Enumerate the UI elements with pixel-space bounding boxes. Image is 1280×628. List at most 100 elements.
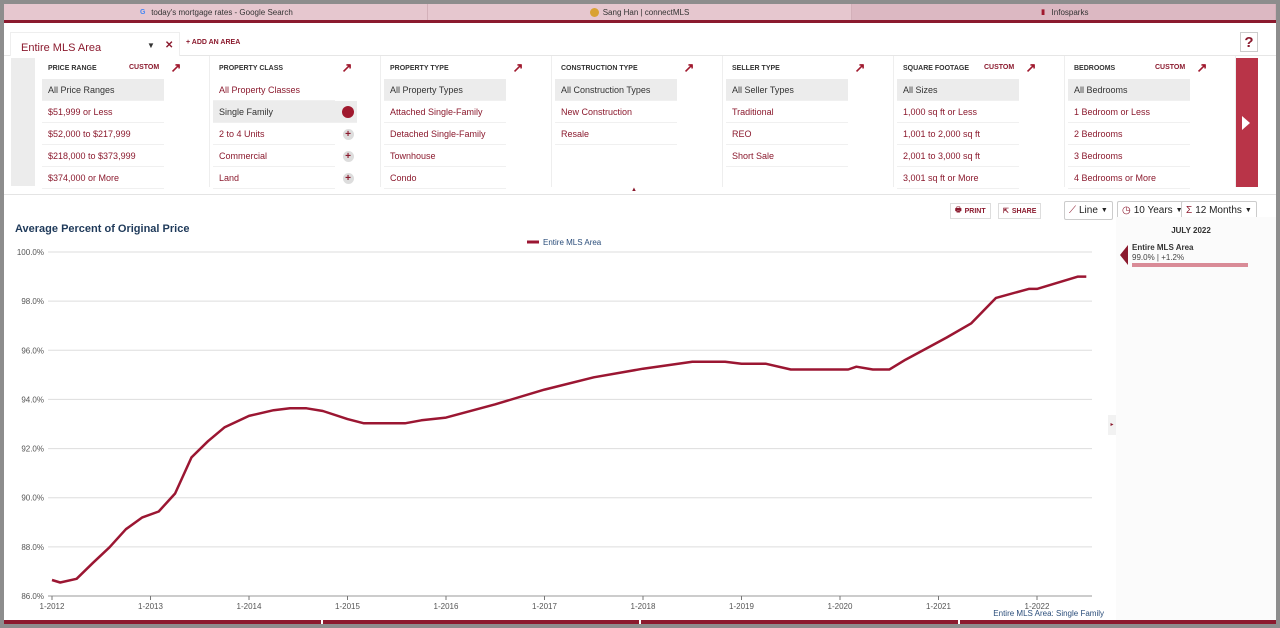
filter-option-label: Traditional <box>732 107 774 117</box>
custom-button[interactable]: CUSTOM <box>984 64 1014 71</box>
x-tick-label: 1-2012 <box>40 602 65 611</box>
line-chart: 86.0% 88.0% 90.0% 92.0% 94.0% 96.0% 98.0% 100.0… <box>17 238 1092 611</box>
filter-option-label: All Bedrooms <box>1074 85 1128 95</box>
browser-tab-connectmls[interactable]: Sang Han | connectMLS <box>428 4 852 20</box>
filter-option[interactable]: 3 Bedrooms <box>1068 145 1190 167</box>
filter-option[interactable]: 1,001 to 2,000 sq ft <box>897 123 1019 145</box>
custom-button[interactable]: CUSTOM <box>129 64 159 71</box>
filter-option-label: 2,001 to 3,000 sq ft <box>903 151 981 161</box>
help-button[interactable]: ? <box>1240 32 1258 52</box>
area-select[interactable]: Entire MLS Area ▼ ✕ <box>10 32 180 57</box>
trend-arrow-icon[interactable]: ↗ <box>166 58 186 78</box>
tab-label: Infosparks <box>1051 7 1089 17</box>
plus-icon[interactable]: + <box>339 167 357 189</box>
filter-column-construction-type: CONSTRUCTION TYPE ↗ All Construction Types… <box>553 56 723 187</box>
filter-option-label: $52,000 to $217,999 <box>48 129 131 139</box>
bottom-bar <box>4 620 1276 624</box>
filter-option[interactable]: Short Sale <box>726 145 848 167</box>
y-tick-label: 100.0% <box>17 248 44 257</box>
area-select-value: Entire MLS Area <box>21 42 102 54</box>
trend-arrow-icon[interactable]: ↗ <box>679 58 699 78</box>
y-tick-label: 88.0% <box>21 543 44 552</box>
trend-arrow-icon[interactable]: ↗ <box>1021 58 1041 78</box>
filter-scroll-left[interactable] <box>11 58 35 186</box>
custom-button[interactable]: CUSTOM <box>1155 64 1185 71</box>
filter-scroll-right-button[interactable] <box>1235 58 1258 187</box>
selected-dot-icon[interactable] <box>339 101 357 123</box>
plus-icon[interactable]: + <box>339 123 357 145</box>
chart-area: Average Percent of Original Price 🖶 PRINT… <box>4 194 1276 624</box>
summary-bar <box>1132 263 1248 267</box>
filter-option[interactable]: 1,000 sq ft or Less <box>897 101 1019 123</box>
filter-option[interactable]: 3,001 sq ft or More <box>897 167 1019 189</box>
filter-option[interactable]: 2 Bedrooms <box>1068 123 1190 145</box>
filter-option[interactable]: New Construction <box>555 101 677 123</box>
filter-option[interactable]: Detached Single-Family <box>384 123 506 145</box>
app-window: Gtoday's mortgage rates - Google Search … <box>4 4 1276 624</box>
filter-option-label: 1 Bedroom or Less <box>1074 107 1151 117</box>
period-value: 10 Years <box>1133 205 1173 216</box>
plus-icon[interactable]: + <box>339 145 357 167</box>
summary-panel: JULY 2022 Entire MLS Area 99.0% | +1.2% <box>1116 217 1276 624</box>
filter-option[interactable]: All Sizes <box>897 79 1019 101</box>
filter-column-property-class: PROPERTY CLASS ↗ All Property Classes Singl… <box>211 56 381 189</box>
filter-option[interactable]: Condo <box>384 167 506 189</box>
filter-option[interactable]: All Price Ranges <box>42 79 164 101</box>
filter-header: SELLER TYPE <box>732 65 780 72</box>
filter-option[interactable]: Attached Single-Family <box>384 101 506 123</box>
close-icon[interactable]: ✕ <box>165 40 173 51</box>
filter-option[interactable]: Townhouse <box>384 145 506 167</box>
filter-option-label: 2 to 4 Units <box>219 129 265 139</box>
area-bar: Entire MLS Area ▼ ✕ + ADD AN AREA ? <box>4 26 1276 57</box>
x-tick-label: 1-2018 <box>631 602 656 611</box>
filter-option[interactable]: REO <box>726 123 848 145</box>
filter-option[interactable]: $51,999 or Less <box>42 101 164 123</box>
tab-label: today's mortgage rates - Google Search <box>151 7 293 17</box>
filter-option-label: $218,000 to $373,999 <box>48 151 136 161</box>
browser-tab-infosparks[interactable]: ▮ Infosparks <box>852 4 1276 20</box>
filter-option[interactable]: Commercial + <box>213 145 354 167</box>
filter-option[interactable]: 2 to 4 Units + <box>213 123 354 145</box>
expand-side-panel-toggle[interactable]: ▸ <box>1108 415 1116 435</box>
filter-option-label: Resale <box>561 129 590 139</box>
filter-option[interactable]: $52,000 to $217,999 <box>42 123 164 145</box>
filter-option-label: 2 Bedrooms <box>1074 129 1123 139</box>
add-area-button[interactable]: + ADD AN AREA <box>186 39 240 46</box>
filter-option[interactable]: 2,001 to 3,000 sq ft <box>897 145 1019 167</box>
filter-option[interactable]: $218,000 to $373,999 <box>42 145 164 167</box>
trend-arrow-icon[interactable]: ↗ <box>508 58 528 78</box>
trend-arrow-icon[interactable]: ↗ <box>337 58 357 78</box>
caret-down-icon[interactable]: ▼ <box>147 41 155 50</box>
series-marker-icon <box>1120 245 1128 265</box>
filter-option-label: Attached Single-Family <box>390 107 483 117</box>
filter-option[interactable]: All Seller Types <box>726 79 848 101</box>
filter-header: PROPERTY CLASS <box>219 65 284 72</box>
filter-option[interactable]: 1 Bedroom or Less <box>1068 101 1190 123</box>
filter-option[interactable]: Traditional <box>726 101 848 123</box>
filter-option[interactable]: $374,000 or More <box>42 167 164 189</box>
filter-option-label: All Property Classes <box>219 85 301 95</box>
rolling-value: 12 Months <box>1195 205 1242 216</box>
legend-label: Entire MLS Area <box>543 238 602 247</box>
browser-tab-google[interactable]: Gtoday's mortgage rates - Google Search <box>4 4 428 20</box>
filter-option[interactable]: All Property Classes <box>213 79 335 101</box>
y-tick-label: 92.0% <box>21 445 44 454</box>
chart-footnote: Entire MLS Area: Single Family <box>993 609 1104 618</box>
filter-option-label: All Construction Types <box>561 85 651 95</box>
x-tick-label: 1-2016 <box>434 602 459 611</box>
filter-option[interactable]: 4 Bedrooms or More <box>1068 167 1190 189</box>
filter-option[interactable]: Land + <box>213 167 354 189</box>
summary-value: 99.0% | +1.2% <box>1132 253 1185 262</box>
filter-option[interactable]: All Property Types <box>384 79 506 101</box>
x-tick-label: 1-2013 <box>138 602 163 611</box>
filter-option[interactable]: All Bedrooms <box>1068 79 1190 101</box>
filter-option[interactable]: Resale <box>555 123 677 145</box>
filter-option-label: REO <box>732 129 752 139</box>
tab-label: Sang Han | connectMLS <box>602 7 690 17</box>
filter-option-label: New Construction <box>561 107 633 117</box>
trend-arrow-icon[interactable]: ↗ <box>1192 58 1212 78</box>
trend-arrow-icon[interactable]: ↗ <box>850 58 870 78</box>
filter-option[interactable]: Single Family <box>213 101 357 123</box>
filter-option-label: All Property Types <box>390 85 463 95</box>
filter-option[interactable]: All Construction Types <box>555 79 677 101</box>
